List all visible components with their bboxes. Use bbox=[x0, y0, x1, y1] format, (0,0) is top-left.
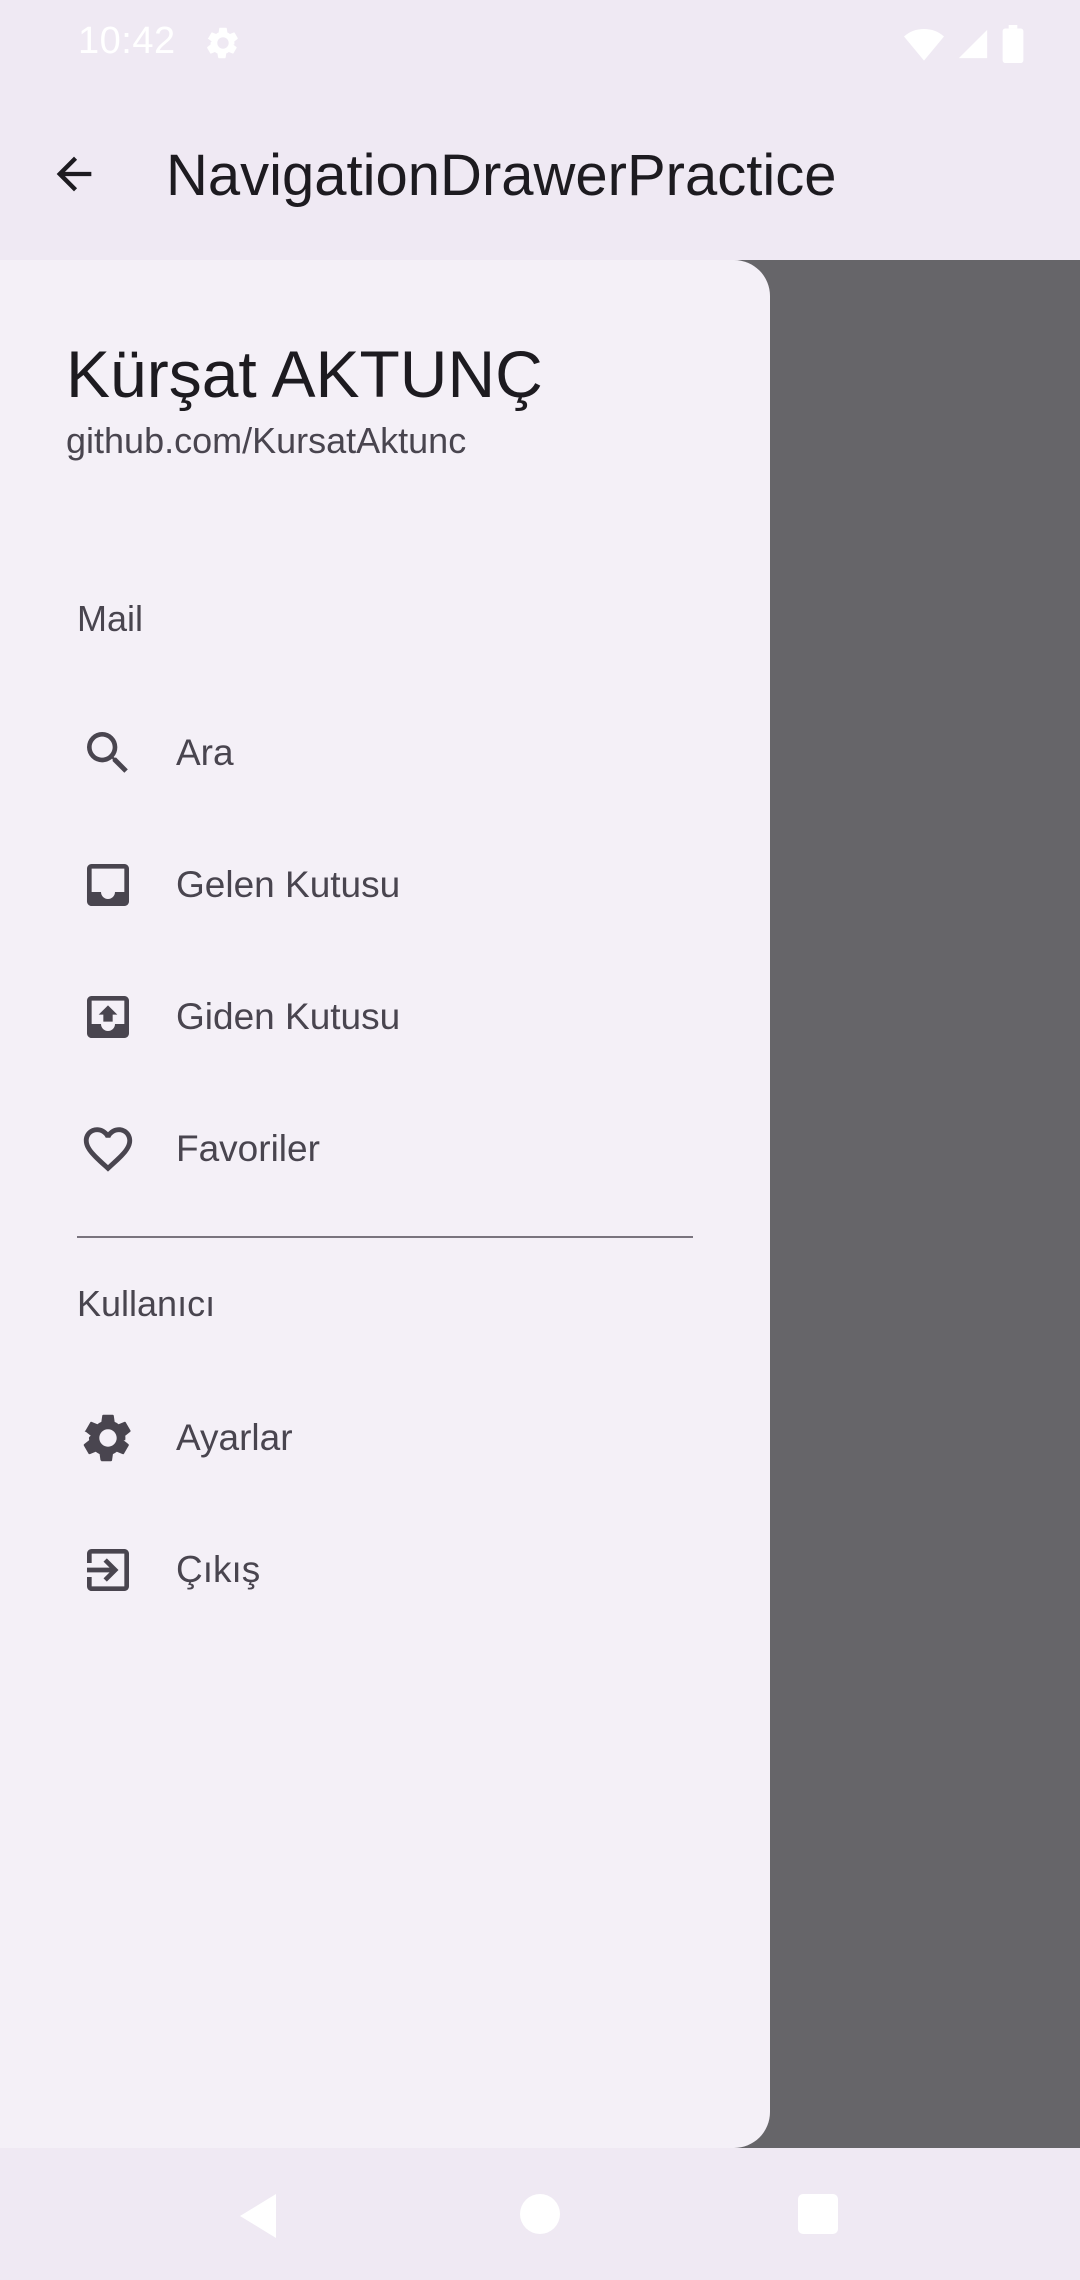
drawer-item-cikis[interactable]: Çıkış bbox=[50, 1514, 726, 1626]
settings-icon bbox=[78, 1408, 138, 1468]
drawer-item-ara[interactable]: Ara bbox=[50, 697, 726, 809]
battery-icon bbox=[1002, 25, 1024, 63]
status-icons bbox=[904, 24, 1024, 64]
heart-icon bbox=[78, 1119, 138, 1179]
top-app-bar: NavigationDrawerPractice bbox=[0, 86, 1080, 260]
drawer-item-favoriler[interactable]: Favoriler bbox=[50, 1093, 726, 1205]
drawer-item-label: Giden Kutusu bbox=[176, 996, 401, 1037]
drawer-item-gelen-kutusu[interactable]: Gelen Kutusu bbox=[50, 829, 726, 941]
arrow-back-icon[interactable] bbox=[38, 138, 110, 210]
drawer-item-label: Çıkış bbox=[176, 1549, 261, 1590]
section-divider bbox=[77, 1236, 693, 1238]
signal-icon bbox=[956, 27, 990, 61]
wifi-icon bbox=[904, 27, 944, 61]
navigation-drawer: Kürşat AKTUNÇ github.com/KursatAktunc Ma… bbox=[0, 260, 770, 2148]
drawer-item-label: Favoriler bbox=[176, 1128, 320, 1169]
drawer-item-label: Ara bbox=[176, 732, 234, 773]
drawer-item-ayarlar[interactable]: Ayarlar bbox=[50, 1382, 726, 1494]
drawer-item-label: Gelen Kutusu bbox=[176, 864, 401, 905]
drawer-item-label: Ayarlar bbox=[176, 1417, 293, 1458]
back-triangle-icon[interactable] bbox=[236, 2192, 280, 2245]
section-title-mail: Mail bbox=[77, 598, 144, 639]
section-title-kullanici: Kullanıcı bbox=[77, 1283, 216, 1324]
gear-icon bbox=[204, 24, 242, 62]
system-navigation-bar bbox=[0, 2148, 1080, 2280]
outbox-icon bbox=[78, 987, 138, 1047]
home-circle-icon[interactable] bbox=[520, 2194, 560, 2234]
drawer-header-name: Kürşat AKTUNÇ bbox=[66, 337, 543, 411]
inbox-icon bbox=[78, 855, 138, 915]
recents-square-icon[interactable] bbox=[798, 2194, 838, 2234]
drawer-header-subtitle: github.com/KursatAktunc bbox=[66, 420, 467, 461]
status-time: 10:42 bbox=[78, 20, 176, 62]
app-title: NavigationDrawerPractice bbox=[166, 143, 837, 208]
drawer-item-giden-kutusu[interactable]: Giden Kutusu bbox=[50, 961, 726, 1073]
logout-icon bbox=[78, 1540, 138, 1600]
status-bar: 10:42 bbox=[0, 0, 1080, 86]
search-icon bbox=[78, 723, 138, 783]
